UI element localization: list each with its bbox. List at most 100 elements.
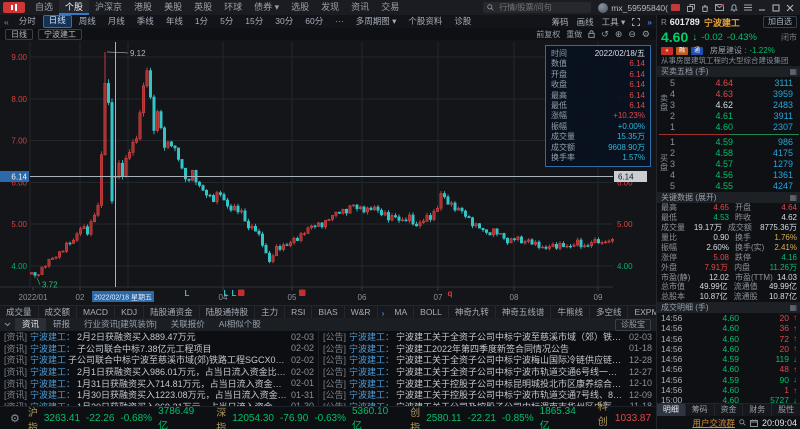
lock-icon[interactable] bbox=[588, 30, 595, 38]
user-group-link[interactable]: 用户交流群 bbox=[692, 417, 735, 429]
news-item[interactable]: [资讯] 宁波建工： 1月31日获融资买入714.81万元，占当日流入资金比例2… bbox=[0, 377, 318, 389]
index-quote[interactable]: 创指 2580.11 -22.21 -0.85% 1865.34亿 bbox=[410, 398, 576, 429]
global-search[interactable] bbox=[483, 2, 592, 13]
ask-level-row[interactable]: 1 4.60 2307 bbox=[670, 122, 800, 133]
nav-tab[interactable]: 港股 bbox=[128, 0, 158, 15]
close-icon[interactable] bbox=[786, 4, 794, 12]
grid-layout-icon[interactable]: ▦ bbox=[789, 67, 797, 76]
chart-tool-button[interactable]: 工具 ▾ bbox=[602, 16, 626, 28]
news-tab[interactable]: 关联报价 bbox=[164, 318, 212, 331]
news-item[interactable]: [资讯] 宁波建工： 2月1日获融资买入986.01万元，占当日流入资金比例17… bbox=[0, 366, 318, 378]
period-tab[interactable]: 60分 bbox=[300, 16, 328, 27]
avatar[interactable] bbox=[598, 2, 609, 13]
grid-layout-icon[interactable]: ▦ bbox=[789, 193, 797, 202]
chart-context-chip[interactable]: 宁波建工 bbox=[38, 28, 82, 40]
grid-layout-icon[interactable]: ▦ bbox=[789, 303, 797, 312]
period-tab[interactable]: 年线 bbox=[161, 16, 188, 27]
period-tab[interactable]: 季线 bbox=[132, 16, 159, 27]
minimize-icon[interactable] bbox=[758, 4, 766, 12]
bid-level-row[interactable]: 5 4.55 4247 bbox=[670, 181, 800, 192]
ask-level-row[interactable]: 2 4.61 3911 bbox=[670, 111, 800, 122]
period-tab[interactable]: 日线 bbox=[42, 15, 72, 28]
news-tab[interactable]: 资讯 bbox=[15, 318, 47, 331]
fullscreen-icon[interactable] bbox=[632, 17, 641, 26]
chart-tool-button[interactable]: 画线 bbox=[577, 16, 594, 28]
index-quote[interactable]: 沪指 3263.41 -22.26 -0.68% 3786.49亿 bbox=[28, 398, 194, 429]
industry-name[interactable]: 房屋建设 : bbox=[710, 45, 746, 56]
period-tab[interactable]: 周线 bbox=[74, 16, 101, 27]
news-tab[interactable]: 行业资讯[建筑装饰] bbox=[77, 318, 164, 331]
announcement-item[interactable]: [公告] 宁波建工： 宁波建工关于全资子公司中标宁波至慈溪市域（郊）铁路工程SG… bbox=[319, 331, 656, 343]
period-tab[interactable]: 个股资料 bbox=[403, 16, 447, 27]
key-data-header[interactable]: 关键数据 (展开) ▦ bbox=[657, 191, 800, 203]
chart-context-chip[interactable]: 日线 bbox=[5, 28, 33, 40]
panel-tab[interactable]: 筹码 bbox=[686, 404, 715, 416]
nav-tab[interactable]: 英股 bbox=[188, 0, 218, 15]
app-logo-icon[interactable] bbox=[3, 2, 25, 13]
period-tab[interactable]: 分时 bbox=[14, 16, 41, 27]
username[interactable]: mx_59595840( bbox=[611, 3, 668, 13]
mail-icon[interactable] bbox=[715, 4, 724, 11]
panel-tab[interactable]: 明细 bbox=[657, 404, 686, 416]
tick-list[interactable]: 14:56 4.60 20 ↑ 14:56 4.60 36 ↑ 14:56 4.… bbox=[657, 313, 800, 403]
bid-level-row[interactable]: 1 4.59 986 bbox=[670, 136, 800, 147]
nav-tab[interactable]: 发现 bbox=[315, 0, 345, 15]
nav-tab[interactable]: 选股 bbox=[285, 0, 315, 15]
period-tab[interactable]: 多周期图 ▾ bbox=[351, 16, 402, 27]
calendar-icon[interactable] bbox=[749, 419, 758, 427]
nav-tab[interactable]: 资讯 bbox=[345, 0, 375, 15]
ask-level-row[interactable]: 3 4.62 2483 bbox=[670, 99, 800, 110]
period-tab[interactable]: 诊股 bbox=[449, 16, 476, 27]
index-quote[interactable]: 深指 12054.30 -76.90 -0.63% 5360.10亿 bbox=[216, 398, 388, 429]
bid-level-row[interactable]: 4 4.56 1361 bbox=[670, 170, 800, 181]
candlestick-chart[interactable]: 9.009.008.008.007.007.006.006.005.005.00… bbox=[0, 40, 656, 305]
search-icon[interactable] bbox=[739, 419, 746, 426]
announcement-item[interactable]: [公告] 宁波建工： 宁波建工2022年第四季度新签合同情况公告 01-18 bbox=[319, 343, 656, 355]
nav-tab[interactable]: 交易 bbox=[375, 0, 405, 15]
news-item[interactable]: [资讯] 宁波建工： 子公司联合中标7.38亿元工程项目 02-02 bbox=[0, 343, 318, 355]
nav-tab[interactable]: 环球 bbox=[218, 0, 248, 15]
add-watchlist-button[interactable]: 加自选 bbox=[763, 16, 797, 28]
chart-settings-gear-icon[interactable]: ⚙ bbox=[642, 29, 650, 40]
indicator-more-left-icon[interactable]: › bbox=[378, 308, 389, 318]
collapse-panel-icon[interactable] bbox=[0, 322, 15, 327]
news-item[interactable]: [资讯] 宁波建工： 2月2日获融资买入889.47万元 02-03 bbox=[0, 331, 318, 343]
popout-window-icon[interactable] bbox=[687, 3, 695, 12]
nav-tab[interactable]: 个股 bbox=[59, 0, 90, 15]
period-tab[interactable]: 5分 bbox=[215, 16, 238, 27]
stock-diagnose-button[interactable]: 诊股宝 bbox=[615, 318, 651, 331]
nav-tab[interactable]: 美股 bbox=[158, 0, 188, 15]
undo-icon[interactable]: ↺ bbox=[601, 29, 609, 40]
menu-list-icon[interactable] bbox=[744, 4, 752, 11]
period-tab[interactable]: 15分 bbox=[240, 16, 268, 27]
panel-tab[interactable]: 资金 bbox=[715, 404, 744, 416]
collapse-left-icon[interactable]: « bbox=[0, 17, 13, 27]
period-tab[interactable]: ··· bbox=[330, 16, 349, 27]
announcement-item[interactable]: [公告] 宁波建工： 宁波建工关于全资子公司中标宁波梅山国际冷链供应链平台项目（… bbox=[319, 354, 656, 366]
search-input[interactable] bbox=[497, 2, 582, 13]
announcement-item[interactable]: [公告] 宁波建工： 宁波建工关于控股子公司中标昆明城投北市区康养综合体（EPC… bbox=[319, 377, 656, 389]
bell-icon[interactable] bbox=[730, 3, 738, 12]
ask-level-row[interactable]: 5 4.64 3111 bbox=[670, 77, 800, 88]
zoom-out-icon[interactable]: ⊖ bbox=[628, 29, 636, 40]
ask-level-row[interactable]: 4 4.63 3959 bbox=[670, 88, 800, 99]
period-tab[interactable]: 1分 bbox=[190, 16, 213, 27]
news-tab[interactable]: 研报 bbox=[46, 318, 77, 331]
period-tab[interactable]: 月线 bbox=[103, 16, 130, 27]
nav-tab[interactable]: 沪深京 bbox=[89, 0, 128, 15]
panel-tab[interactable]: 财务 bbox=[743, 404, 773, 416]
redo-button[interactable]: 重做 bbox=[566, 29, 582, 40]
expand-right-icon[interactable]: » bbox=[647, 17, 652, 27]
zoom-in-icon[interactable]: ⊕ bbox=[615, 29, 623, 40]
nav-tab[interactable]: 债券 ▾ bbox=[248, 0, 285, 15]
chart-tool-button[interactable]: 筹码 bbox=[552, 16, 569, 28]
adjust-mode-button[interactable]: 前复权 bbox=[536, 29, 560, 40]
bid-level-row[interactable]: 2 4.58 4175 bbox=[670, 147, 800, 158]
panel-tab[interactable]: 股性 bbox=[772, 404, 800, 416]
statusbar-gear-icon[interactable]: ⚙ bbox=[10, 412, 20, 425]
nav-tab[interactable]: 自选 bbox=[29, 0, 59, 15]
store-icon[interactable] bbox=[701, 4, 709, 12]
maximize-icon[interactable] bbox=[772, 4, 780, 12]
bid-level-row[interactable]: 3 4.57 1279 bbox=[670, 158, 800, 169]
news-item[interactable]: [资讯] 宁波建工 子公司联合中标宁波至慈溪市域(郊)铁路工程SGCX09标段施… bbox=[0, 354, 318, 366]
